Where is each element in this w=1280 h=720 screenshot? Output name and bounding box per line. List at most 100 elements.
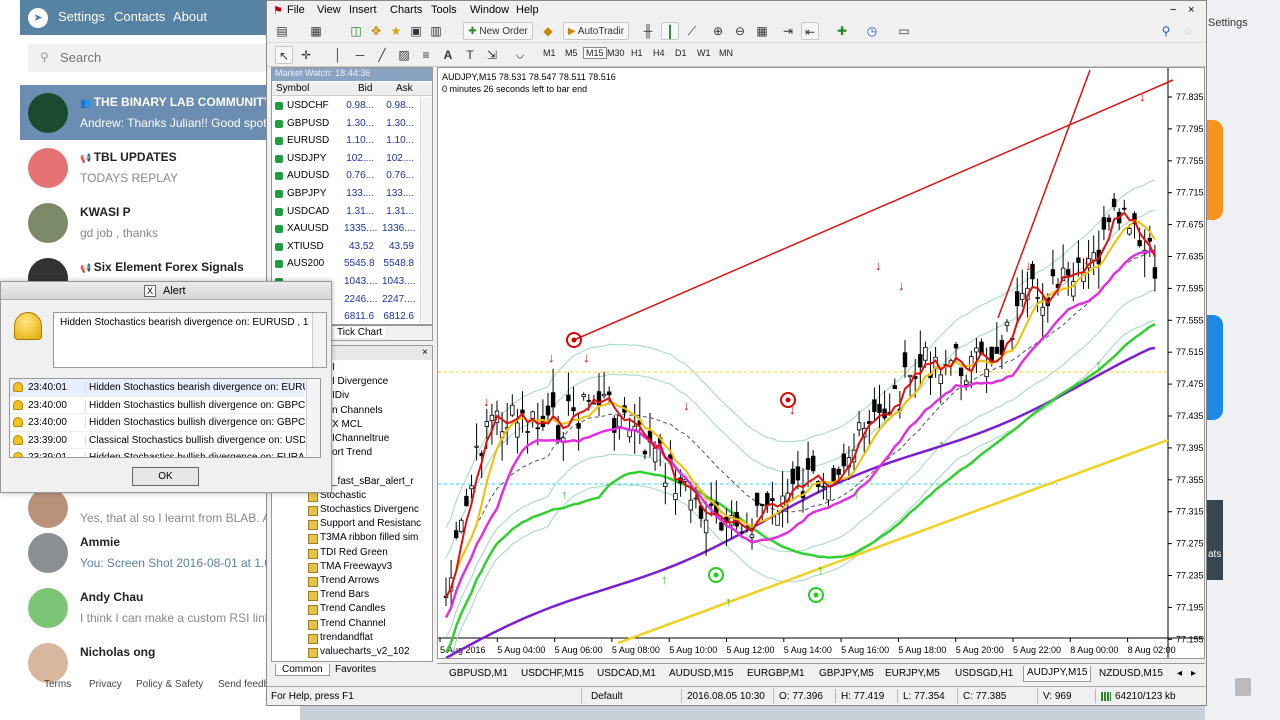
market-watch-row[interactable]: USDJPY 102.... 102.... — [272, 150, 422, 168]
zoom-in-icon[interactable]: ⊕ — [709, 22, 727, 40]
footer-terms-link[interactable]: Terms — [44, 679, 71, 690]
alert-row[interactable]: 23:39:00 Classical Stochastics bullish di… — [10, 432, 305, 450]
navigator-item[interactable]: Trend Bars — [320, 589, 369, 600]
market-watch-row[interactable]: GBPUSD 1.30... 1.30... — [272, 115, 422, 133]
tf-m1[interactable]: M1 — [543, 48, 556, 58]
market-watch-row[interactable]: XAUUSD 1335.... 1336.... — [272, 220, 422, 238]
tester-icon[interactable]: ▥ — [427, 22, 445, 40]
footer-privacy-link[interactable]: Privacy — [89, 679, 122, 690]
telegram-menu-icon[interactable]: ➤ — [28, 8, 48, 28]
navigator-item[interactable]: I Divergence — [332, 376, 388, 387]
navigator-item[interactable]: _fast_sBar_alert_r — [332, 476, 414, 487]
chat-item[interactable]: Andy Chau I think I can make a custom RSI… — [20, 580, 270, 635]
navigator-item[interactable]: IDiv — [332, 390, 349, 401]
navigator-item[interactable]: IChanneltrue — [332, 433, 389, 444]
templates-icon[interactable]: ▭ — [895, 22, 913, 40]
alert-row[interactable]: 23:40:01 Hidden Stochastics bearish diver… — [10, 379, 305, 397]
chat-item[interactable]: 👥 THE BINARY LAB COMMUNITY Andrew: Thanks… — [20, 85, 272, 140]
autotrading-button[interactable]: ▶ AutoTradir — [563, 22, 629, 40]
navigator-item[interactable]: Trend Arrows — [320, 575, 379, 586]
tg-nav-about[interactable]: About — [173, 9, 207, 24]
zoom-out-icon[interactable]: ⊖ — [731, 22, 749, 40]
market-watch-row[interactable]: USDCHF 0.98... 0.98... — [272, 97, 422, 115]
more-tools-icon[interactable]: ⌵ — [511, 46, 529, 64]
chat-item[interactable]: Ammie You: Screen Shot 2016-08-01 at 1.0 — [20, 525, 270, 580]
navigator-item[interactable]: TMA Freewayv3 — [320, 561, 392, 572]
market-watch-row[interactable]: AUS200 5545.8 5548.8 — [272, 255, 422, 273]
text-label-icon[interactable]: T — [461, 46, 479, 64]
market-watch-row[interactable]: AUDUSD 0.76... 0.76... — [272, 167, 422, 185]
navigator-item[interactable]: valuecharts_v2_102 — [320, 646, 410, 657]
menu-window[interactable]: Window — [470, 4, 509, 16]
new-order-button[interactable]: ✚ New Order — [463, 22, 533, 40]
menu-charts[interactable]: Charts — [390, 4, 422, 16]
chart-tab[interactable]: AUDJPY,M15 — [1023, 666, 1092, 682]
navigator-close-icon[interactable]: × — [422, 347, 428, 358]
navigator-item[interactable]: I — [332, 362, 335, 373]
chart-tab[interactable]: AUDUSD,M15 — [669, 668, 733, 679]
channel-icon[interactable]: ▨ — [395, 46, 413, 64]
tab-tick-chart[interactable]: Tick Chart — [334, 327, 386, 338]
fibonacci-icon[interactable]: ≡ — [417, 46, 435, 64]
price-chart[interactable]: 77.835 77.795 77.755 77.715 77.675 77.635 77.5… — [438, 68, 1204, 668]
navigator-icon[interactable]: ★ — [387, 22, 405, 40]
search-input[interactable] — [60, 50, 240, 65]
auto-scroll-icon[interactable]: ⇥ — [779, 22, 797, 40]
tf-h1[interactable]: H1 — [631, 48, 643, 58]
close-icon[interactable]: × — [1188, 4, 1194, 16]
chat-item[interactable]: KWASI P gd job , thanks — [20, 195, 270, 250]
tab-common[interactable]: Common — [275, 664, 330, 676]
alert-row[interactable]: 23:40:00 Hidden Stochastics bullish diver… — [10, 397, 305, 415]
data-window-icon[interactable]: ✥ — [367, 22, 385, 40]
market-watch-row[interactable]: GBPJPY 133.... 133.... — [272, 185, 422, 203]
tabs-prev-icon[interactable]: ◂ — [1177, 668, 1182, 679]
alert-row[interactable]: 23:39:01 Hidden Stochastics bullish diver… — [10, 449, 305, 457]
horizontal-line-icon[interactable]: ─ — [351, 46, 369, 64]
navigator-item[interactable]: trendandflat — [320, 632, 373, 643]
trash-icon[interactable] — [1235, 678, 1251, 696]
minimize-icon[interactable]: − — [1170, 4, 1176, 16]
tabs-next-icon[interactable]: ▸ — [1191, 668, 1196, 679]
bar-chart-icon[interactable]: ╫ — [639, 22, 657, 40]
footer-feedback-link[interactable]: Send feedb — [218, 679, 269, 690]
chart-tab[interactable]: NZDUSD,M15 — [1099, 668, 1163, 679]
navigator-item[interactable]: Trend Channel — [320, 618, 386, 629]
chart-tab[interactable]: USDCHF,M15 — [521, 668, 584, 679]
terminal-icon[interactable]: ▣ — [407, 22, 425, 40]
metaeditor-icon[interactable]: ◆ — [539, 22, 557, 40]
alert-row[interactable]: 23:40:00 Hidden Stochastics bullish diver… — [10, 414, 305, 432]
menu-view[interactable]: View — [317, 4, 341, 16]
tf-m15[interactable]: M15 — [583, 47, 607, 59]
new-chart-icon[interactable]: ▤ — [273, 22, 291, 40]
chart-tab[interactable]: EURJPY,M5 — [885, 668, 940, 679]
chart-tab[interactable]: USDSGD,H1 — [955, 668, 1013, 679]
col-bid[interactable]: Bid — [358, 83, 372, 94]
navigator-item[interactable]: TDI Red Green — [320, 547, 388, 558]
indicators-icon[interactable]: ✚ — [833, 22, 851, 40]
market-watch-row[interactable]: EURUSD 1.10... 1.10... — [272, 132, 422, 150]
tf-d1[interactable]: D1 — [675, 48, 687, 58]
chat-item[interactable]: 📢 TBL UPDATES TODAYS REPLAY — [20, 140, 270, 195]
chart-shift-icon[interactable]: ⇤ — [801, 22, 819, 40]
menu-help[interactable]: Help — [516, 4, 539, 16]
tf-h4[interactable]: H4 — [653, 48, 665, 58]
tg-nav-contacts[interactable]: Contacts — [114, 9, 165, 24]
tf-m5[interactable]: M5 — [565, 48, 578, 58]
market-watch-icon[interactable]: ◫ — [347, 22, 365, 40]
market-watch-row[interactable]: XTIUSD 43.52 43.59 — [272, 238, 422, 256]
tab-favorites[interactable]: Favorites — [335, 664, 376, 675]
crosshair-icon[interactable]: ✛ — [297, 46, 315, 64]
chart-tab[interactable]: GBPJPY,M5 — [819, 668, 874, 679]
navigator-item[interactable]: X MCL — [332, 419, 363, 430]
tf-w1[interactable]: W1 — [697, 48, 711, 58]
text-icon[interactable]: A — [439, 46, 457, 64]
menu-insert[interactable]: Insert — [349, 4, 377, 16]
col-symbol[interactable]: Symbol — [276, 83, 309, 94]
tf-mn[interactable]: MN — [719, 48, 733, 58]
chat-icon[interactable]: ◌ — [1179, 22, 1197, 40]
alert-list-scrollbar[interactable] — [306, 379, 320, 457]
vertical-line-icon[interactable]: │ — [329, 46, 347, 64]
chart-window[interactable]: 77.835 77.795 77.755 77.715 77.675 77.635 77.5… — [437, 67, 1205, 668]
navigator-item[interactable]: ort Trend — [332, 447, 372, 458]
search-icon[interactable]: ⚲ — [1157, 22, 1175, 40]
